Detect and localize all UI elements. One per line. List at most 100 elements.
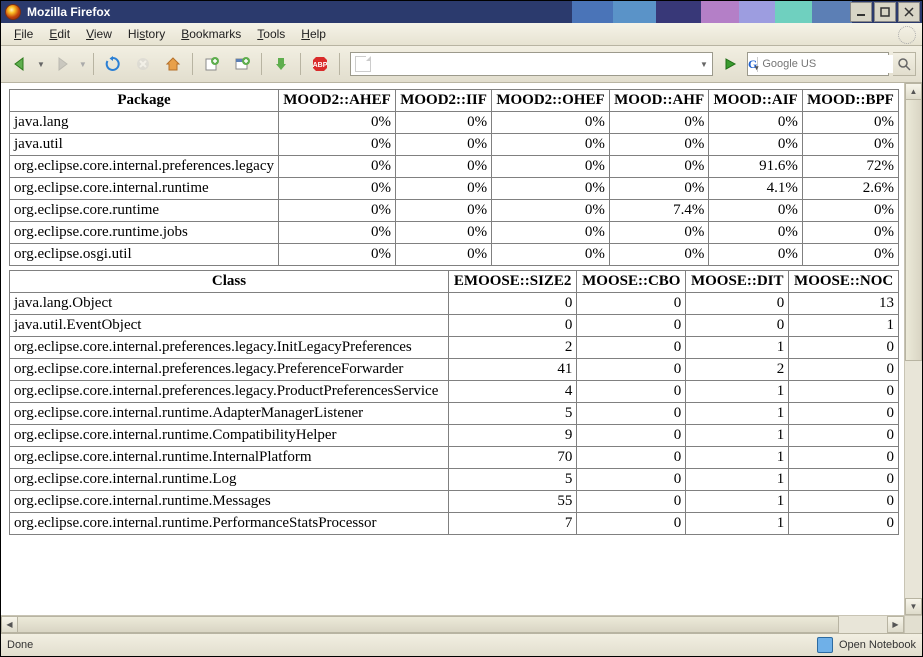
downloads-button[interactable]	[268, 51, 294, 77]
table-row: java.lang.Object00013	[10, 293, 898, 314]
adblock-button[interactable]: ABP	[307, 51, 333, 77]
cell-value: 0%	[396, 112, 491, 133]
row-label: org.eclipse.core.runtime	[10, 200, 278, 221]
cell-value: 0	[686, 293, 788, 314]
table-row: org.eclipse.core.runtime0%0%0%7.4%0%0%	[10, 200, 898, 221]
window-title: Mozilla Firefox	[25, 5, 110, 19]
titlebar[interactable]: Mozilla Firefox	[1, 1, 922, 23]
content-area: PackageMOOD2::AHEFMOOD2::IIFMOOD2::OHEFM…	[1, 83, 922, 615]
menu-help[interactable]: Help	[294, 25, 333, 43]
cell-value: 2	[686, 359, 788, 380]
menu-bookmarks[interactable]: Bookmarks	[174, 25, 248, 43]
activity-icon	[898, 26, 916, 44]
cell-value: 1	[686, 337, 788, 358]
url-bar[interactable]: ▼	[350, 52, 713, 76]
cell-value: 0	[449, 315, 576, 336]
menu-history[interactable]: History	[121, 25, 172, 43]
cell-value: 0	[577, 447, 685, 468]
cell-value: 1	[686, 425, 788, 446]
row-label: org.eclipse.core.runtime.jobs	[10, 222, 278, 243]
cell-value: 0	[577, 337, 685, 358]
search-engine-icon[interactable]: G	[748, 57, 758, 72]
cell-value: 0%	[709, 244, 802, 265]
cell-value: 0	[577, 491, 685, 512]
row-label: org.eclipse.core.internal.preferences.le…	[10, 359, 448, 380]
cell-value: 0%	[709, 200, 802, 221]
scroll-up-arrow[interactable]: ▲	[905, 83, 922, 100]
row-label: org.eclipse.core.internal.preferences.le…	[10, 156, 278, 177]
cell-value: 0	[789, 491, 898, 512]
row-label: java.lang.Object	[10, 293, 448, 314]
cell-value: 0	[789, 403, 898, 424]
column-header: EMOOSE::SIZE2	[449, 271, 576, 292]
firefox-window: Mozilla Firefox File Edit View History B…	[0, 0, 923, 657]
cell-value: 0%	[492, 156, 609, 177]
horizontal-scrollbar[interactable]: ◀ ▶	[1, 615, 904, 633]
cell-value: 0%	[610, 178, 708, 199]
cell-value: 0%	[396, 178, 491, 199]
cell-value: 4	[449, 381, 576, 402]
cell-value: 7.4%	[610, 200, 708, 221]
table-row: org.eclipse.osgi.util0%0%0%0%0%0%	[10, 244, 898, 265]
new-window-button[interactable]	[229, 51, 255, 77]
close-button[interactable]	[898, 2, 920, 22]
new-tab-button[interactable]	[199, 51, 225, 77]
reload-button[interactable]	[100, 51, 126, 77]
column-header: MOOSE::NOC	[789, 271, 898, 292]
vertical-scrollbar[interactable]: ▲ ▼	[904, 83, 922, 615]
cell-value: 1	[686, 381, 788, 402]
cell-value: 1	[686, 491, 788, 512]
menu-edit[interactable]: Edit	[42, 25, 77, 43]
viewport[interactable]: PackageMOOD2::AHEFMOOD2::IIFMOOD2::OHEFM…	[1, 83, 904, 615]
url-dropdown[interactable]: ▼	[696, 60, 712, 69]
search-input[interactable]	[758, 55, 908, 73]
cell-value: 0%	[709, 222, 802, 243]
table-row: org.eclipse.core.runtime.jobs0%0%0%0%0%0…	[10, 222, 898, 243]
back-button[interactable]	[7, 51, 33, 77]
go-button[interactable]	[720, 53, 740, 75]
cell-value: 91.6%	[709, 156, 802, 177]
cell-value: 0	[686, 315, 788, 336]
menu-view[interactable]: View	[79, 25, 119, 43]
url-input[interactable]	[375, 55, 696, 73]
cell-value: 0	[789, 359, 898, 380]
cell-value: 0%	[709, 134, 802, 155]
table-row: java.util.EventObject0001	[10, 315, 898, 336]
home-button[interactable]	[160, 51, 186, 77]
scroll-right-arrow[interactable]: ▶	[887, 616, 904, 633]
cell-value: 0%	[803, 200, 898, 221]
cell-value: 0	[789, 425, 898, 446]
table-row: org.eclipse.core.internal.runtime.Compat…	[10, 425, 898, 446]
cell-value: 0	[449, 293, 576, 314]
cell-value: 0	[577, 381, 685, 402]
scroll-down-arrow[interactable]: ▼	[905, 598, 922, 615]
forward-button[interactable]	[49, 51, 75, 77]
table-row: org.eclipse.core.internal.preferences.le…	[10, 359, 898, 380]
cell-value: 13	[789, 293, 898, 314]
cell-value: 2	[449, 337, 576, 358]
cell-value: 9	[449, 425, 576, 446]
status-right-text[interactable]: Open Notebook	[839, 639, 916, 651]
table-row: org.eclipse.core.internal.runtime.Adapte…	[10, 403, 898, 424]
scroll-left-arrow[interactable]: ◀	[1, 616, 18, 633]
maximize-button[interactable]	[874, 2, 896, 22]
search-button[interactable]	[893, 52, 916, 76]
cell-value: 0%	[492, 244, 609, 265]
scroll-thumb-h[interactable]	[17, 616, 839, 633]
scroll-thumb-v[interactable]	[905, 99, 922, 361]
cell-value: 1	[686, 447, 788, 468]
row-label: org.eclipse.core.internal.preferences.le…	[10, 381, 448, 402]
status-text: Done	[7, 639, 33, 651]
column-header: MOOSE::CBO	[577, 271, 685, 292]
notebook-icon[interactable]	[817, 637, 833, 653]
stop-button[interactable]	[130, 51, 156, 77]
search-bar[interactable]: G	[747, 52, 889, 76]
row-label: java.util.EventObject	[10, 315, 448, 336]
cell-value: 72%	[803, 156, 898, 177]
cell-value: 2.6%	[803, 178, 898, 199]
menu-file[interactable]: File	[7, 25, 40, 43]
cell-value: 7	[449, 513, 576, 534]
menu-tools[interactable]: Tools	[250, 25, 292, 43]
firefox-icon	[5, 4, 21, 20]
minimize-button[interactable]	[850, 2, 872, 22]
